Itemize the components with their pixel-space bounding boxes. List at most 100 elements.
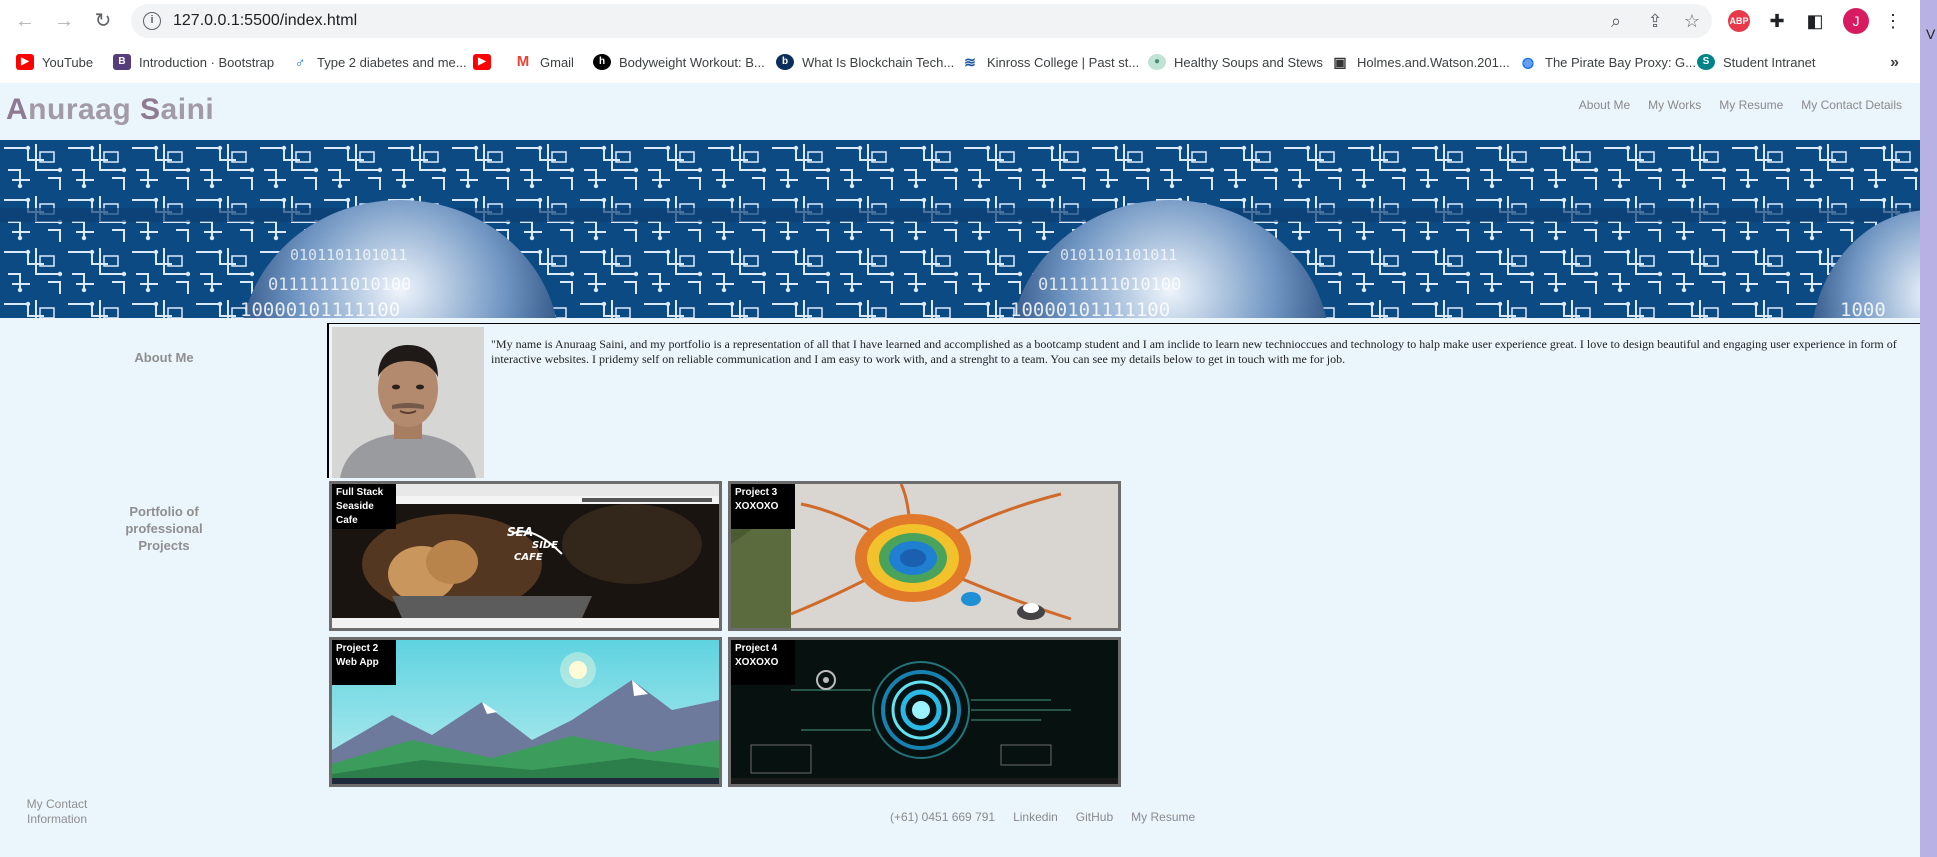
project-subtitle: XOXOXO — [735, 657, 779, 668]
project-subtitle: XOXOXO — [735, 501, 779, 512]
hero-banner-image: 0101101101011 01111111010100 10000101111… — [0, 140, 1920, 318]
bookmark-label: Bodyweight Workout: B... — [619, 54, 765, 70]
gmail-icon: M — [516, 53, 530, 70]
svg-text:0101101101011: 0101101101011 — [1060, 246, 1177, 264]
nav-my-resume[interactable]: My Resume — [1719, 98, 1783, 112]
bookmark-youtube-2[interactable]: ▶ — [473, 52, 499, 72]
footer-linkedin-link[interactable]: Linkedin — [1013, 810, 1058, 824]
project-card-label: Project 4 XOXOXO — [731, 640, 795, 685]
project-title: Full Stack — [336, 487, 384, 498]
project-title: Project 3 — [735, 487, 778, 498]
svg-text:10000101111100: 10000101111100 — [1010, 299, 1170, 318]
site-brand[interactable]: Anuraag Saini — [6, 93, 214, 127]
bookmark-intranet[interactable]: S Student Intranet — [1697, 52, 1816, 72]
bookmark-diabetes[interactable]: ♂ Type 2 diabetes and me... — [291, 52, 467, 72]
bookmark-youtube[interactable]: ▶ YouTube — [16, 52, 93, 72]
nav-my-works[interactable]: My Works — [1648, 98, 1701, 112]
bookmark-holmes[interactable]: ▣ Holmes.and.Watson.201... — [1331, 52, 1510, 72]
bookmark-label: Type 2 diabetes and me... — [317, 54, 467, 70]
bookmark-label: Student Intranet — [1723, 54, 1816, 70]
bookmark-kinross[interactable]: ≋ Kinross College | Past st... — [961, 52, 1139, 72]
bookmark-blockchain[interactable]: b What Is Blockchain Tech... — [776, 52, 954, 72]
blockchain-icon: b — [776, 54, 794, 70]
svg-text:01111111010100: 01111111010100 — [1038, 275, 1181, 295]
reload-icon[interactable]: ↻ — [91, 9, 115, 33]
nav-contact-details[interactable]: My Contact Details — [1801, 98, 1902, 112]
window-edge: V — [1920, 0, 1937, 857]
project-title: Project 4 — [735, 643, 778, 654]
about-me-heading: About Me — [134, 350, 194, 365]
project-card-project-3[interactable]: Project 3 XOXOXO — [728, 481, 1121, 631]
side-panel-icon[interactable]: ◧ — [1803, 9, 1827, 33]
forward-arrow-icon[interactable]: → — [52, 9, 76, 33]
bookmark-label: YouTube — [42, 54, 94, 70]
movie-icon: ▣ — [1333, 54, 1347, 70]
workout-icon: h — [593, 54, 611, 70]
profile-avatar[interactable]: J — [1843, 8, 1869, 34]
bootstrap-icon: B — [113, 54, 131, 70]
bookmark-bootstrap[interactable]: B Introduction · Bootstrap — [113, 52, 274, 72]
seaside-sign-text: CAFE — [514, 552, 543, 563]
project-subtitle: Seaside Cafe — [336, 501, 374, 526]
bookmark-label: Introduction · Bootstrap — [139, 54, 275, 70]
project-subtitle: Web App — [336, 657, 379, 668]
adblock-extension-icon[interactable]: ABP — [1728, 10, 1750, 32]
bookmark-label: Gmail — [540, 54, 574, 70]
project-card-project-4[interactable]: Project 4 XOXOXO — [728, 637, 1121, 787]
browser-chrome: ← → ↻ i 127.0.0.1:5500/index.html ⌕ ⇪ ☆ … — [0, 0, 1937, 83]
site-info-icon[interactable]: i — [143, 12, 161, 30]
bookmark-soups[interactable]: ● Healthy Soups and Stews — [1148, 52, 1323, 72]
bookmarks-bar: ▶ YouTube B Introduction · Bootstrap ♂ T… — [0, 44, 1937, 78]
nav-about-me[interactable]: About Me — [1579, 98, 1630, 112]
project-card-label: Project 2 Web App — [332, 640, 396, 685]
bookmark-bodyweight[interactable]: h Bodyweight Workout: B... — [593, 52, 765, 72]
brand-text: nuraag — [28, 93, 141, 126]
brand-text: aini — [160, 93, 215, 126]
soup-icon: ● — [1148, 54, 1166, 70]
brand-initial: A — [6, 93, 29, 126]
seaside-sign-text: SEA — [507, 525, 533, 539]
globe-icon: ◍ — [1521, 54, 1535, 70]
svg-text:01111111010100: 01111111010100 — [268, 275, 411, 295]
bookmark-label: Kinross College | Past st... — [987, 54, 1140, 70]
footer-links: (+61) 0451 669 791 Linkedin GitHub My Re… — [890, 810, 1195, 824]
project-title: Project 2 — [336, 643, 379, 654]
seaside-sign-text: SIDE — [532, 540, 558, 551]
youtube-icon: ▶ — [16, 54, 34, 70]
star-icon[interactable]: ☆ — [1682, 11, 1702, 31]
brand-initial: S — [140, 93, 161, 126]
bookmark-label: What Is Blockchain Tech... — [802, 54, 955, 70]
about-me-text: "My name is Anuraag Saini, and my portfo… — [491, 337, 1897, 366]
url-text[interactable]: 127.0.0.1:5500/index.html — [173, 12, 357, 30]
bookmarks-overflow-icon[interactable]: » — [1890, 54, 1899, 72]
zoom-icon[interactable]: ⌕ — [1606, 11, 1626, 31]
health-icon: ♂ — [294, 54, 306, 70]
back-arrow-icon[interactable]: ← — [13, 9, 37, 33]
bookmark-gmail[interactable]: M Gmail — [514, 52, 574, 72]
svg-text:0101101101011: 0101101101011 — [290, 246, 407, 264]
portfolio-heading: Portfolio of professional Projects — [125, 504, 203, 553]
footer-phone[interactable]: (+61) 0451 669 791 — [890, 810, 995, 824]
share-icon[interactable]: ⇪ — [1645, 11, 1665, 31]
contact-heading: My Contact Information — [26, 797, 88, 826]
project-card-label: Full Stack Seaside Cafe — [332, 484, 396, 529]
bookmark-piratebay[interactable]: ◍ The Pirate Bay Proxy: G... — [1519, 52, 1696, 72]
sharepoint-icon: S — [1697, 54, 1715, 70]
top-nav: About Me My Works My Resume My Contact D… — [1579, 98, 1902, 112]
bookmark-label: The Pirate Bay Proxy: G... — [1545, 54, 1696, 70]
address-bar[interactable]: i 127.0.0.1:5500/index.html ⌕ ⇪ ☆ — [131, 4, 1712, 38]
project-card-project-2[interactable]: Project 2 Web App — [329, 637, 722, 787]
menu-kebab-icon[interactable]: ⋮ — [1881, 9, 1905, 33]
extensions-puzzle-icon[interactable]: ✚ — [1765, 9, 1789, 33]
college-icon: ≋ — [964, 54, 976, 70]
footer-resume-link[interactable]: My Resume — [1131, 810, 1195, 824]
svg-text:1000: 1000 — [1840, 299, 1886, 318]
about-me-section: "My name is Anuraag Saini, and my portfo… — [327, 323, 1920, 478]
project-card-seaside-cafe[interactable]: Full Stack Seaside Cafe SEA SIDE CAFE — [329, 481, 722, 631]
svg-text:10000101111100: 10000101111100 — [240, 299, 400, 318]
bookmark-label: Holmes.and.Watson.201... — [1357, 54, 1510, 70]
youtube-icon: ▶ — [473, 54, 491, 70]
footer-github-link[interactable]: GitHub — [1076, 810, 1113, 824]
project-card-label: Project 3 XOXOXO — [731, 484, 795, 529]
bookmark-label: Healthy Soups and Stews — [1174, 54, 1323, 70]
